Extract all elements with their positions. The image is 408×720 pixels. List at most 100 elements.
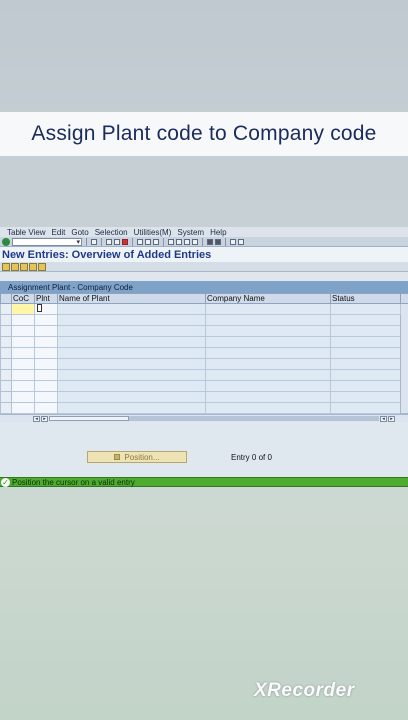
cell-company-name[interactable] <box>205 314 331 326</box>
column-header-coc[interactable]: CoC <box>11 293 35 304</box>
find-next-icon[interactable] <box>153 238 159 245</box>
table-row[interactable] <box>0 336 408 348</box>
table-row[interactable] <box>0 347 408 359</box>
enter-check-icon[interactable] <box>2 237 10 246</box>
cell-coc[interactable] <box>11 325 35 337</box>
position-button[interactable]: Position... <box>87 451 187 463</box>
cell-company-name[interactable] <box>205 347 331 359</box>
scroll-right-end-icon[interactable]: ▸ <box>388 415 395 422</box>
menu-table-view[interactable]: Table View <box>7 228 46 237</box>
cell-status[interactable] <box>330 303 401 315</box>
select-all-icon[interactable] <box>29 262 37 271</box>
cell-plnt[interactable] <box>34 369 58 381</box>
cell-plnt[interactable] <box>34 303 58 315</box>
help-icon[interactable] <box>230 238 236 245</box>
menu-selection[interactable]: Selection <box>95 228 128 237</box>
scroll-thumb[interactable] <box>49 416 129 421</box>
cell-company-name[interactable] <box>205 303 331 315</box>
table-row[interactable] <box>0 391 408 403</box>
menu-system[interactable]: System <box>177 228 204 237</box>
cell-plnt[interactable] <box>34 336 58 348</box>
row-selector[interactable] <box>0 325 12 337</box>
cell-name-of-plant[interactable] <box>57 358 206 370</box>
row-selector[interactable] <box>0 314 12 326</box>
column-header-status[interactable]: Status <box>330 293 401 304</box>
cell-coc[interactable] <box>11 347 35 359</box>
first-page-icon[interactable] <box>168 238 174 245</box>
cell-status[interactable] <box>330 380 401 392</box>
cell-name-of-plant[interactable] <box>57 391 206 403</box>
cell-coc[interactable] <box>11 402 35 414</box>
cell-status[interactable] <box>330 358 401 370</box>
cell-coc[interactable] <box>11 303 35 315</box>
column-header-plnt[interactable]: Plnt <box>34 293 58 304</box>
table-row[interactable] <box>0 402 408 414</box>
delete-icon[interactable] <box>20 262 28 271</box>
row-selector[interactable] <box>0 336 12 348</box>
cell-company-name[interactable] <box>205 391 331 403</box>
print-icon[interactable] <box>137 238 143 245</box>
layout-icon[interactable] <box>238 238 244 245</box>
cell-name-of-plant[interactable] <box>57 336 206 348</box>
scroll-right-icon[interactable]: ▸ <box>41 415 48 422</box>
scroll-track[interactable] <box>49 416 379 421</box>
copy-icon[interactable] <box>11 262 19 271</box>
cell-status[interactable] <box>330 369 401 381</box>
cell-company-name[interactable] <box>205 369 331 381</box>
table-row[interactable] <box>0 380 408 392</box>
row-selector[interactable] <box>0 402 12 414</box>
previous-page-icon[interactable] <box>176 238 182 245</box>
exit-icon[interactable] <box>114 238 120 245</box>
dropdown-icon[interactable]: ▾ <box>76 238 80 246</box>
row-selector[interactable] <box>0 347 12 359</box>
cell-name-of-plant[interactable] <box>57 380 206 392</box>
menu-edit[interactable]: Edit <box>52 228 66 237</box>
scroll-left-end-icon[interactable]: ◂ <box>380 415 387 422</box>
cell-status[interactable] <box>330 336 401 348</box>
cell-coc[interactable] <box>11 380 35 392</box>
last-page-icon[interactable] <box>192 238 198 245</box>
cell-plnt[interactable] <box>34 314 58 326</box>
cell-plnt[interactable] <box>34 402 58 414</box>
input-help-icon[interactable] <box>37 304 42 312</box>
cell-coc[interactable] <box>11 314 35 326</box>
new-session-icon[interactable] <box>207 238 213 245</box>
cell-plnt[interactable] <box>34 325 58 337</box>
row-selector[interactable] <box>0 380 12 392</box>
table-row[interactable] <box>0 358 408 370</box>
cell-name-of-plant[interactable] <box>57 314 206 326</box>
menu-utilities[interactable]: Utilities(M) <box>134 228 172 237</box>
column-settings-icon[interactable] <box>400 293 408 304</box>
cell-name-of-plant[interactable] <box>57 402 206 414</box>
cell-company-name[interactable] <box>205 358 331 370</box>
table-row[interactable] <box>0 314 408 326</box>
vertical-scrollbar[interactable] <box>400 303 408 414</box>
cell-plnt[interactable] <box>34 380 58 392</box>
cell-plnt[interactable] <box>34 391 58 403</box>
cell-name-of-plant[interactable] <box>57 347 206 359</box>
change-display-icon[interactable] <box>2 262 10 271</box>
cell-coc[interactable] <box>11 358 35 370</box>
save-icon[interactable] <box>91 238 97 245</box>
cell-name-of-plant[interactable] <box>57 325 206 337</box>
column-header-company-name[interactable]: Company Name <box>205 293 331 304</box>
cell-company-name[interactable] <box>205 336 331 348</box>
cancel-icon[interactable] <box>122 238 128 245</box>
table-row[interactable] <box>0 325 408 337</box>
row-selector[interactable] <box>0 358 12 370</box>
cell-plnt[interactable] <box>34 358 58 370</box>
scroll-left-icon[interactable]: ◂ <box>33 415 40 422</box>
row-selector[interactable] <box>0 303 12 315</box>
cell-company-name[interactable] <box>205 325 331 337</box>
cell-status[interactable] <box>330 314 401 326</box>
command-field[interactable]: ▾ <box>12 237 82 246</box>
cell-coc[interactable] <box>11 369 35 381</box>
cell-coc[interactable] <box>11 336 35 348</box>
find-icon[interactable] <box>145 238 151 245</box>
cell-company-name[interactable] <box>205 380 331 392</box>
cell-status[interactable] <box>330 347 401 359</box>
row-selector[interactable] <box>0 391 12 403</box>
cell-name-of-plant[interactable] <box>57 369 206 381</box>
menu-goto[interactable]: Goto <box>71 228 88 237</box>
back-icon[interactable] <box>106 238 112 245</box>
